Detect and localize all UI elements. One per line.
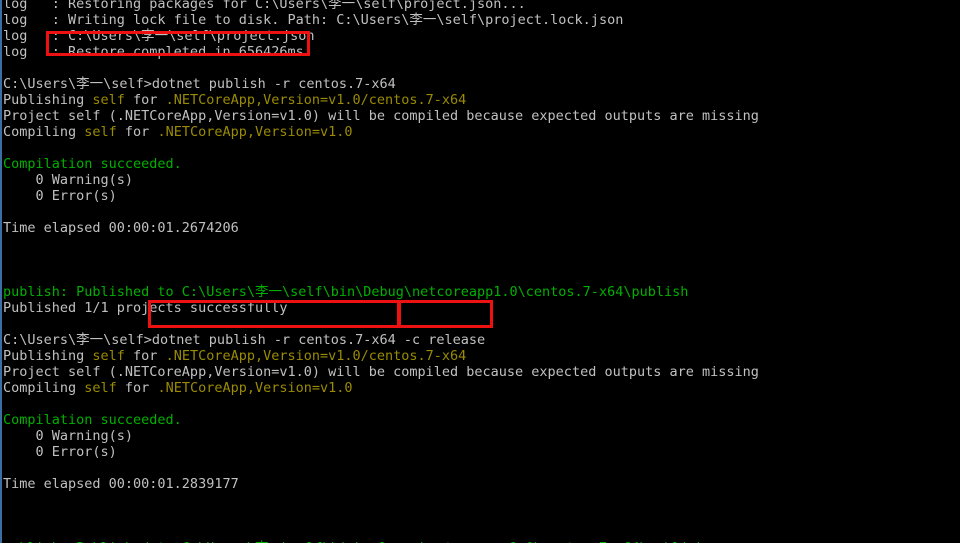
console-text-span: Compiling bbox=[3, 380, 85, 396]
console-line: Time elapsed 00:00:01.2839177 bbox=[3, 476, 958, 492]
console-text-span: log : C:\Users\李一\self\project.json bbox=[3, 28, 315, 44]
console-text-span: C:\Users\李一\self>dotnet publish -r cento… bbox=[3, 76, 396, 92]
console-text-span: C:\Users\李一\self>dotnet publish -r cento… bbox=[3, 332, 486, 348]
console-line: Time elapsed 00:00:01.2674206 bbox=[3, 220, 958, 236]
console-text-span: log : Restore completed in 656426ms. bbox=[3, 44, 312, 60]
console-text-span: for bbox=[124, 92, 166, 108]
console-text-span: .NETCoreApp,Version=v1.0 bbox=[157, 380, 353, 396]
console-text-span: log : Restoring packages for C:\Users\李一… bbox=[3, 0, 526, 12]
console-text-span: Published 1/1 projects successfully bbox=[3, 300, 288, 316]
console-text-span: Compilation succeeded. bbox=[3, 156, 182, 172]
console-line: 0 Error(s) bbox=[3, 444, 958, 460]
console-text-span: for bbox=[116, 380, 158, 396]
console-line: 0 Warning(s) bbox=[3, 172, 958, 188]
console-text-span: publish: Published to C:\Users\李一\self\b… bbox=[3, 284, 689, 300]
console-text-span: for bbox=[124, 348, 166, 364]
console-text-span: Time elapsed 00:00:01.2674206 bbox=[3, 220, 239, 236]
console-text-span: .NETCoreApp,Version=v1.0/centos.7-x64 bbox=[165, 348, 467, 364]
console-line: Publishing self for .NETCoreApp,Version=… bbox=[3, 348, 958, 364]
console-line: Project self (.NETCoreApp,Version=v1.0) … bbox=[3, 108, 958, 124]
console-text-span: 0 Error(s) bbox=[3, 188, 117, 204]
console-line: Compiling self for .NETCoreApp,Version=v… bbox=[3, 380, 958, 396]
console-line: Compiling self for .NETCoreApp,Version=v… bbox=[3, 124, 958, 140]
console-output-area[interactable]: log : Restoring packages for C:\Users\李一… bbox=[3, 0, 958, 543]
console-line: Compilation succeeded. bbox=[3, 412, 958, 428]
console-text-span: .NETCoreApp,Version=v1.0/centos.7-x64 bbox=[165, 92, 467, 108]
console-line: C:\Users\李一\self>dotnet publish -r cento… bbox=[3, 76, 958, 92]
console-line: 0 Warning(s) bbox=[3, 428, 958, 444]
console-text-span: Project self (.NETCoreApp,Version=v1.0) … bbox=[3, 364, 759, 380]
console-left-edge-line bbox=[0, 0, 2, 543]
console-line: log : C:\Users\李一\self\project.json bbox=[3, 28, 958, 44]
console-line: Published 1/1 projects successfully bbox=[3, 300, 958, 316]
console-text-span: Time elapsed 00:00:01.2839177 bbox=[3, 476, 239, 492]
terminal-window[interactable]: log : Restoring packages for C:\Users\李一… bbox=[0, 0, 960, 543]
console-text-span: Compilation succeeded. bbox=[3, 412, 182, 428]
console-line: log : Writing lock file to disk. Path: C… bbox=[3, 12, 958, 28]
console-text-span: self bbox=[92, 92, 125, 108]
console-text-span: self bbox=[92, 348, 125, 364]
console-line: log : Restoring packages for C:\Users\李一… bbox=[3, 0, 958, 12]
console-text-span: for bbox=[116, 124, 158, 140]
console-line: publish: Published to C:\Users\李一\self\b… bbox=[3, 284, 958, 300]
console-text-span: self bbox=[84, 380, 117, 396]
console-text-span: .NETCoreApp,Version=v1.0 bbox=[157, 124, 353, 140]
console-line: Project self (.NETCoreApp,Version=v1.0) … bbox=[3, 364, 958, 380]
console-line: Compilation succeeded. bbox=[3, 156, 958, 172]
console-text-span: self bbox=[84, 124, 117, 140]
console-text-span: Compiling bbox=[3, 124, 85, 140]
console-text-span: Publishing bbox=[3, 348, 93, 364]
console-text-span: Project self (.NETCoreApp,Version=v1.0) … bbox=[3, 108, 759, 124]
console-line: log : Restore completed in 656426ms. bbox=[3, 44, 958, 60]
console-line: C:\Users\李一\self>dotnet publish -r cento… bbox=[3, 332, 958, 348]
console-text-span: 0 Error(s) bbox=[3, 444, 117, 460]
console-line: 0 Error(s) bbox=[3, 188, 958, 204]
console-text-span: Publishing bbox=[3, 92, 93, 108]
console-line: Publishing self for .NETCoreApp,Version=… bbox=[3, 92, 958, 108]
console-text-span: log : Writing lock file to disk. Path: C… bbox=[3, 12, 624, 28]
console-text-span: 0 Warning(s) bbox=[3, 172, 134, 188]
console-text-span: 0 Warning(s) bbox=[3, 428, 134, 444]
